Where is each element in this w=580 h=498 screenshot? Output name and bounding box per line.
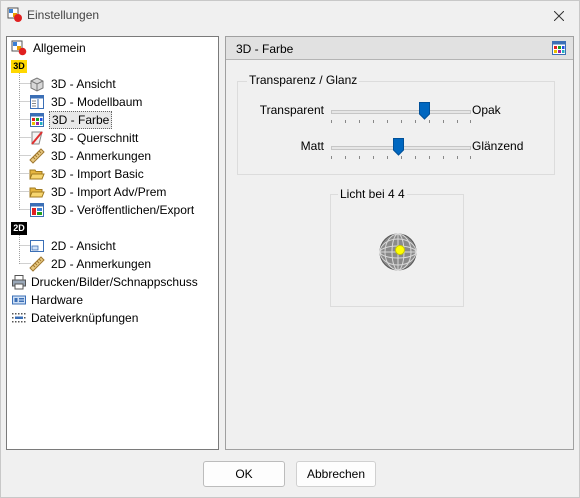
- gloss-slider-thumb[interactable]: [392, 138, 404, 156]
- tree-item-label: Drucken/Bilder/Schnappschuss: [31, 275, 198, 289]
- transparency-slider-row: Transparent Opak: [238, 100, 554, 130]
- tree-item-3d-anmerkungen[interactable]: 3D - Anmerkungen: [29, 147, 153, 165]
- tree-item-label: Hardware: [31, 293, 84, 307]
- slider-max-label: Glänzend: [472, 139, 524, 153]
- tree-item-label: 3D - Import Adv/Prem: [51, 185, 167, 199]
- folder-open-icon: [29, 166, 45, 182]
- close-icon: [554, 11, 564, 21]
- settings-panel: 3D - Farbe Transparenz / Glanz Transpare…: [225, 36, 574, 450]
- tree-item-3d-import-adv[interactable]: 3D - Import Adv/Prem: [29, 183, 168, 201]
- light-title: Licht bei 4 4: [338, 187, 407, 201]
- ok-button[interactable]: OK: [203, 461, 285, 487]
- title-bar: Einstellungen: [1, 1, 579, 31]
- color-palette-icon: [29, 112, 45, 128]
- 3d-badge-icon: 3D: [11, 59, 27, 73]
- group-title: Transparenz / Glanz: [247, 73, 360, 87]
- window-icon: [29, 238, 45, 254]
- slider-min-label: Matt: [300, 139, 324, 153]
- tree-item-2d-anmerkungen[interactable]: 2D - Anmerkungen: [29, 255, 153, 273]
- tree-item-2d-ansicht[interactable]: 2D - Ansicht: [29, 237, 118, 255]
- tree-item-drucken[interactable]: Drucken/Bilder/Schnappschuss: [11, 273, 200, 291]
- tree-item-3d-import-basic[interactable]: 3D - Import Basic: [29, 165, 146, 183]
- tree-panel-icon: [29, 94, 45, 110]
- tree-item-hardware[interactable]: Hardware: [11, 291, 85, 309]
- cancel-button[interactable]: Abbrechen: [296, 461, 376, 487]
- tree-group-3d[interactable]: 3D: [11, 57, 27, 75]
- tree-item-label: 3D - Veröffentlichen/Export: [51, 203, 195, 217]
- tree-item-label: 3D - Ansicht: [51, 77, 116, 91]
- settings-dialog: Einstellungen Allgemein 3D 3D - Ansicht …: [0, 0, 580, 498]
- ruler-icon: [29, 256, 45, 272]
- tree-item-label: 3D - Farbe: [49, 111, 113, 129]
- tree-item-label: 3D - Anmerkungen: [51, 149, 152, 163]
- 2d-badge-icon: 2D: [11, 221, 27, 235]
- tree-item-label: 2D - Ansicht: [51, 239, 116, 253]
- gloss-slider-ticks: [331, 156, 471, 159]
- tree-item-3d-ansicht[interactable]: 3D - Ansicht: [29, 75, 118, 93]
- light-position-box: Licht bei 4 4: [330, 187, 464, 307]
- gloss-slider-row: Matt Glänzend: [238, 136, 554, 166]
- app-icon: [7, 7, 23, 23]
- close-button[interactable]: [539, 1, 579, 31]
- folder-open-icon: [29, 184, 45, 200]
- tree-item-label: 3D - Querschnitt: [51, 131, 139, 145]
- settings-tree[interactable]: Allgemein 3D 3D - Ansicht 3D - Modellbau…: [6, 36, 219, 450]
- slider-min-label: Transparent: [259, 103, 324, 117]
- tree-item-allgemein[interactable]: Allgemein: [11, 39, 88, 57]
- transparency-gloss-group: Transparenz / Glanz Transparent Opak Mat…: [237, 73, 555, 175]
- file-association-icon: [11, 310, 27, 326]
- panel-header: 3D - Farbe: [226, 37, 573, 60]
- tree-item-3d-querschnitt[interactable]: 3D - Querschnitt: [29, 129, 140, 147]
- printer-icon: [11, 274, 27, 290]
- color-palette-icon: [552, 41, 566, 55]
- window-title: Einstellungen: [27, 8, 100, 22]
- settings-icon: [11, 40, 27, 56]
- cube-icon: [29, 76, 45, 92]
- panel-title: 3D - Farbe: [236, 42, 294, 56]
- transparency-slider-track[interactable]: [331, 110, 471, 114]
- export-icon: [29, 202, 45, 218]
- ruler-icon: [29, 148, 45, 164]
- tree-group-2d[interactable]: 2D: [11, 219, 27, 237]
- slider-max-label: Opak: [472, 103, 501, 117]
- tree-item-label: Allgemein: [33, 41, 86, 55]
- transparency-slider-thumb[interactable]: [419, 102, 431, 120]
- tree-item-3d-export[interactable]: 3D - Veröffentlichen/Export: [29, 201, 196, 219]
- transparency-slider-ticks: [331, 120, 471, 123]
- tree-item-label: 3D - Modellbaum: [51, 95, 143, 109]
- cross-section-icon: [29, 130, 45, 146]
- tree-item-label: 3D - Import Basic: [51, 167, 144, 181]
- tree-item-dateiverknuepfungen[interactable]: Dateiverknüpfungen: [11, 309, 140, 327]
- tree-item-label: 2D - Anmerkungen: [51, 257, 152, 271]
- tree-item-3d-modellbaum[interactable]: 3D - Modellbaum: [29, 93, 144, 111]
- tree-item-label: Dateiverknüpfungen: [31, 311, 139, 325]
- tree-item-3d-farbe[interactable]: 3D - Farbe: [29, 111, 113, 129]
- light-globe-control[interactable]: [378, 232, 418, 272]
- hardware-icon: [11, 292, 27, 308]
